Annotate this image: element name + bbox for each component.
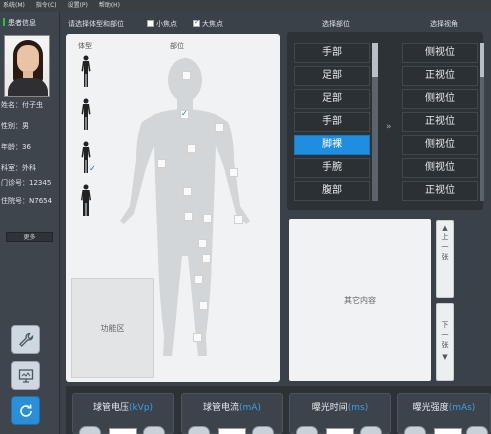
part-point[interactable] [193,333,202,342]
other-content-area: 其它内容 [289,219,431,381]
decrease-knob[interactable] [296,426,318,434]
patient-inpatient-no: 住院号：N7654 [1,197,53,205]
increase-knob[interactable] [360,426,382,434]
part-point[interactable] [182,71,191,80]
decrease-knob[interactable] [404,426,426,434]
decrease-knob[interactable] [79,426,101,434]
chevron-right-icon: » [386,122,392,132]
body-type-icon[interactable] [79,55,93,89]
body-type-label: 体型 [78,42,92,50]
part-item[interactable]: 手部 [294,43,370,63]
view-scrollbar[interactable] [480,43,484,201]
menu-help[interactable]: 帮助(H) [99,2,120,9]
monitor-button[interactable] [11,361,40,390]
tube-current-param: 球管电流(mA) [181,393,283,434]
view-item[interactable]: 侧视位 [402,43,478,63]
refresh-icon [19,404,32,417]
part-item[interactable]: 手部 [294,112,370,132]
part-label: 部位 [170,42,184,50]
part-scrollbar[interactable] [372,43,378,201]
exposure-time-field[interactable] [326,428,354,434]
part-point[interactable] [183,187,192,196]
body-type-icon[interactable] [79,98,93,132]
monitor-icon [18,368,33,383]
part-point[interactable] [157,159,166,168]
view-item[interactable]: 正视位 [402,66,478,86]
status-bar-icon [3,18,5,26]
checkbox-box-checked [193,18,200,27]
view-item[interactable]: 侧视位 [402,135,478,155]
exposure-time-param: 曝光时间(ms) [289,393,391,434]
check-icon: ✓ [89,164,96,173]
tube-voltage-field[interactable] [109,428,137,434]
refresh-button[interactable] [11,396,40,425]
small-focus-checkbox[interactable]: 小焦点 [147,19,177,29]
body-select-heading: 请选择体型和部位 [68,20,124,28]
part-item[interactable]: 足部 [294,89,370,109]
increase-knob[interactable] [466,426,488,434]
part-point[interactable] [203,214,212,223]
part-point[interactable] [184,212,193,221]
exposure-intensity-param: 曝光强度(mAs) [397,393,491,434]
tools-button[interactable] [11,325,40,354]
large-focus-checkbox[interactable]: 大焦点 [193,18,223,29]
part-item[interactable]: 腹部 [294,181,370,201]
part-item[interactable]: 手腕 [294,158,370,178]
menu-settings[interactable]: 设置(P) [68,2,88,9]
part-point[interactable] [215,123,224,132]
patient-panel: 患者信息 姓名：付子虫 性别：男 年龄：36 科室：外科 门诊号：12345 住… [0,12,60,434]
view-item[interactable]: 正视位 [402,181,478,201]
decrease-knob[interactable] [188,426,210,434]
body-type-icon[interactable] [79,184,93,218]
prev-page-button[interactable]: ▲ 上 一 张 [436,220,454,298]
part-item-selected[interactable]: 脚裸 [294,135,370,155]
increase-knob[interactable] [143,426,165,434]
tube-voltage-param: 球管电压(kVp) [72,393,174,434]
part-point[interactable] [194,275,203,284]
view-item[interactable]: 正视位 [402,112,478,132]
more-button[interactable]: 更多 [6,232,53,242]
menu-system[interactable]: 系统(M) [3,2,25,9]
tube-current-field[interactable] [218,428,246,434]
select-view-heading: 选择视角 [430,20,458,28]
patient-age: 年龄：36 [1,143,31,151]
part-point[interactable] [229,168,238,177]
patient-clinic-no: 门诊号：12345 [1,179,52,187]
view-item[interactable]: 侧视位 [402,89,478,109]
part-point[interactable] [198,239,207,248]
next-page-button[interactable]: 下 一 张 ▼ [436,303,454,381]
triangle-down-icon: ▼ [442,353,448,361]
triangle-up-icon: ▲ [442,224,448,232]
patient-name: 姓名：付子虫 [1,101,43,109]
menu-bar: 系统(M) 指令(C) 设置(P) 帮助(H) [0,0,491,12]
menu-command[interactable]: 指令(C) [36,2,57,9]
exposure-intensity-field[interactable] [434,428,462,434]
view-item[interactable]: 侧视位 [402,158,478,178]
increase-knob[interactable] [252,426,274,434]
part-point[interactable] [234,215,243,224]
select-part-heading: 选择部位 [322,20,350,28]
part-point[interactable] [202,254,211,263]
part-point[interactable] [199,301,208,310]
function-area: 功能区 [71,278,154,378]
patient-photo [4,35,50,97]
part-item[interactable]: 足部 [294,66,370,86]
part-point[interactable] [187,144,196,153]
patient-dept: 科室：外科 [1,164,36,172]
checkbox-box [147,20,154,27]
part-point-selected[interactable] [180,109,189,119]
patient-gender: 性别：男 [1,122,29,130]
patient-panel-title: 患者信息 [3,18,36,28]
wrench-icon [18,332,33,347]
